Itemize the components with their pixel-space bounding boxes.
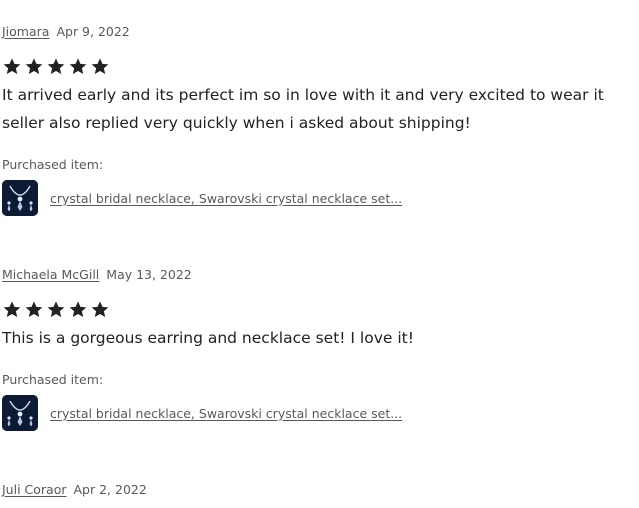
review-meta: Michaela McGill May 13, 2022 [2, 267, 192, 283]
star-icon [69, 58, 87, 75]
review-text: It arrived early and its perfect im so i… [2, 86, 604, 132]
reviewer-name-link[interactable]: Michaela McGill [2, 267, 99, 282]
purchased-item-link[interactable]: crystal bridal necklace, Swarovski cryst… [50, 406, 402, 421]
review-date: Apr 2, 2022 [73, 482, 147, 497]
star-icon [3, 58, 21, 75]
star-icon [25, 58, 43, 75]
star-icon [91, 301, 109, 318]
review-text: This is a gorgeous earring and necklace … [2, 329, 414, 347]
reviewer-name-link[interactable]: Juli Coraor [2, 482, 67, 497]
necklace-thumbnail[interactable] [2, 395, 38, 431]
review-date: Apr 9, 2022 [56, 24, 130, 39]
necklace-thumbnail[interactable] [2, 180, 38, 216]
review-meta: Juli Coraor Apr 2, 2022 [2, 482, 147, 498]
reviewer-name-link[interactable]: Jiomara [2, 24, 49, 39]
star-icon [91, 58, 109, 75]
review-meta: Jiomara Apr 9, 2022 [2, 24, 130, 40]
purchased-item-label: Purchased item: [2, 157, 104, 172]
purchased-item[interactable]: crystal bridal necklace, Swarovski cryst… [2, 180, 402, 216]
purchased-item-label: Purchased item: [2, 372, 104, 387]
star-rating [2, 300, 110, 319]
purchased-item-link[interactable]: crystal bridal necklace, Swarovski cryst… [50, 191, 402, 206]
purchased-item[interactable]: crystal bridal necklace, Swarovski cryst… [2, 395, 402, 431]
star-icon [69, 301, 87, 318]
star-icon [25, 301, 43, 318]
star-rating [2, 57, 110, 76]
star-icon [47, 58, 65, 75]
review-date: May 13, 2022 [106, 267, 192, 282]
star-icon [3, 301, 21, 318]
star-icon [47, 301, 65, 318]
